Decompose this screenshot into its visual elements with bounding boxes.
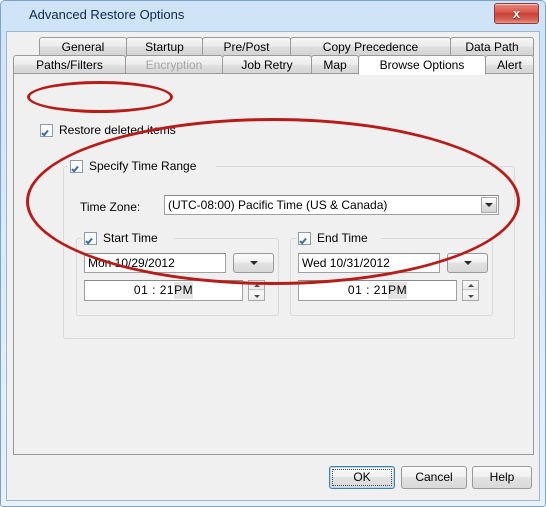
end-time-value: 01 : 21 bbox=[347, 283, 389, 297]
end-date-input[interactable]: Wed 10/31/2012 bbox=[298, 253, 440, 273]
tab-data-path[interactable]: Data Path bbox=[450, 37, 534, 56]
end-time-input[interactable]: 01 : 21PM bbox=[298, 280, 457, 301]
end-time-checkbox[interactable] bbox=[298, 232, 311, 245]
start-time-value: 01 : 21 bbox=[133, 283, 175, 297]
dialog-client-area: General Startup Pre/Post Copy Precedence… bbox=[6, 31, 540, 501]
tab-copy-precedence[interactable]: Copy Precedence bbox=[290, 37, 451, 56]
time-zone-combobox[interactable]: (UTC-08:00) Pacific Time (US & Canada) bbox=[164, 195, 499, 215]
specify-time-range-label: Specify Time Range bbox=[89, 159, 197, 173]
tab-alert[interactable]: Alert bbox=[485, 55, 534, 75]
start-time-spinner[interactable] bbox=[248, 280, 265, 301]
tab-map[interactable]: Map bbox=[311, 55, 359, 75]
restore-deleted-items-checkbox[interactable] bbox=[40, 124, 53, 137]
ok-button[interactable]: OK bbox=[329, 466, 395, 489]
start-time-checkbox[interactable] bbox=[84, 232, 97, 245]
chevron-down-icon bbox=[463, 261, 472, 265]
end-time-spinner[interactable] bbox=[462, 280, 479, 301]
spinner-up-icon[interactable] bbox=[249, 281, 264, 290]
spinner-up-icon[interactable] bbox=[463, 281, 478, 290]
tab-pre-post[interactable]: Pre/Post bbox=[202, 37, 291, 56]
tab-startup[interactable]: Startup bbox=[126, 37, 203, 56]
tab-encryption: Encryption bbox=[125, 55, 223, 75]
time-zone-label: Time Zone: bbox=[80, 200, 141, 214]
start-date-input[interactable]: Mon 10/29/2012 bbox=[84, 253, 226, 273]
start-time-input[interactable]: 01 : 21PM bbox=[84, 280, 243, 301]
start-time-ampm: PM bbox=[174, 282, 194, 299]
title-bar: Advanced Restore Options x bbox=[1, 1, 545, 31]
tab-paths-filters[interactable]: Paths/Filters bbox=[13, 55, 126, 75]
end-time-group bbox=[290, 238, 493, 316]
end-date-dropdown-button[interactable] bbox=[447, 253, 488, 273]
tab-browse-options[interactable]: Browse Options bbox=[358, 55, 486, 75]
cancel-button[interactable]: Cancel bbox=[401, 466, 467, 489]
end-time-ampm: PM bbox=[388, 282, 408, 299]
focus-ring bbox=[332, 469, 392, 486]
chevron-down-icon bbox=[249, 261, 258, 265]
start-time-label: Start Time bbox=[103, 231, 158, 245]
close-button[interactable]: x bbox=[494, 3, 539, 24]
start-time-value-wrap: 01 : 21PM bbox=[85, 281, 242, 300]
end-time-label: End Time bbox=[317, 231, 368, 245]
tab-strip: General Startup Pre/Post Copy Precedence… bbox=[13, 37, 534, 75]
specify-time-range-checkbox[interactable] bbox=[70, 160, 83, 173]
start-date-dropdown-button[interactable] bbox=[233, 253, 274, 273]
tab-general[interactable]: General bbox=[39, 37, 127, 56]
start-time-group bbox=[76, 238, 279, 316]
tab-page-browse-options: Restore deleted items Specify Time Range… bbox=[13, 73, 534, 455]
dialog-window: Advanced Restore Options x General Start… bbox=[0, 0, 546, 507]
time-zone-value: (UTC-08:00) Pacific Time (US & Canada) bbox=[168, 198, 388, 212]
end-time-value-wrap: 01 : 21PM bbox=[299, 281, 456, 300]
help-button[interactable]: Help bbox=[472, 466, 532, 489]
close-icon: x bbox=[512, 6, 521, 21]
spinner-down-icon[interactable] bbox=[463, 292, 478, 300]
restore-deleted-items-label: Restore deleted items bbox=[59, 123, 176, 137]
spinner-down-icon[interactable] bbox=[249, 292, 264, 300]
window-title: Advanced Restore Options bbox=[29, 7, 185, 22]
tab-job-retry[interactable]: Job Retry bbox=[222, 55, 312, 75]
chevron-down-icon[interactable] bbox=[481, 197, 497, 213]
